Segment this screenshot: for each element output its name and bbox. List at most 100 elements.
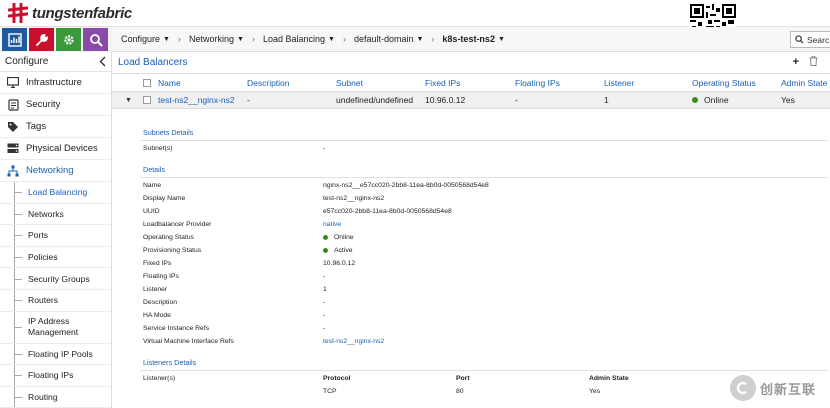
monitor-icon (7, 77, 19, 89)
detail-operating-status: Operating Status Online (143, 234, 354, 241)
row-name-link[interactable]: test-ns2__nginx-ns2 (158, 92, 235, 108)
settings-tab[interactable] (56, 28, 81, 51)
breadcrumb-domain[interactable]: default-domain ▼ (354, 34, 423, 44)
server-icon (7, 143, 19, 155)
network-icon (7, 165, 19, 177)
column-description[interactable]: Description (247, 74, 290, 91)
sidebar-item-label: Tags (26, 121, 47, 132)
listeners-header: Listener(s) Protocol Port Admin State (143, 375, 629, 382)
monitor-tab[interactable] (2, 28, 27, 51)
breadcrumb-networking[interactable]: Networking ▼ (189, 34, 244, 44)
breadcrumb: Configure ▼ › Networking ▼ › Load Balancin… (112, 27, 830, 52)
column-name[interactable]: Name (158, 74, 181, 91)
sidebar-item-networking[interactable]: Networking (0, 160, 111, 182)
query-tab[interactable] (83, 28, 108, 51)
breadcrumb-configure[interactable]: Configure ▼ (121, 34, 170, 44)
search-icon (89, 33, 102, 46)
row-floating-ips: - (515, 95, 518, 105)
chevron-right-icon: › (431, 34, 435, 44)
row-checkbox[interactable] (143, 92, 151, 108)
column-subnet[interactable]: Subnet (336, 74, 363, 91)
watermark-logo-icon (730, 375, 756, 401)
status-online-icon (692, 97, 698, 103)
detail-ha-mode: HA Mode - (143, 312, 326, 319)
row-fixed-ips: 10.96.0.12 (425, 95, 466, 105)
panel-title: Load Balancers (112, 52, 830, 74)
sidebar-item-infrastructure[interactable]: Infrastructure (0, 72, 111, 94)
detail-description: Description - (143, 299, 326, 306)
caret-down-icon: ▼ (237, 35, 244, 43)
caret-down-icon: ▼ (328, 35, 335, 43)
sidebar-subitem-routers[interactable]: Routers (0, 289, 111, 312)
column-floating-ips[interactable]: Floating IPs (515, 74, 560, 91)
sidebar: Configure Infrastructure Security Tags P… (0, 52, 112, 408)
subnets-details-title: Subnets Details (143, 128, 194, 137)
sidebar-item-physical-devices[interactable]: Physical Devices (0, 138, 111, 160)
row-operating-status: Online (692, 92, 729, 108)
sidebar-subitem-routing[interactable]: Routing (0, 386, 111, 408)
delete-icon[interactable] (809, 56, 818, 69)
row-admin-state: Yes (781, 95, 795, 105)
detail-subnets: Subnet(s) - (143, 145, 326, 152)
column-operating-status[interactable]: Operating Status (692, 74, 756, 91)
caret-down-icon: ▼ (497, 35, 505, 43)
row-listener: 1 (604, 95, 609, 105)
status-active-icon (323, 248, 328, 253)
column-fixed-ips[interactable]: Fixed IPs (425, 74, 460, 91)
sidebar-subitem-policies[interactable]: Policies (0, 246, 111, 269)
wrench-icon (35, 33, 48, 46)
sidebar-subitem-networks[interactable]: Networks (0, 203, 111, 226)
breadcrumb-load-balancing[interactable]: Load Balancing ▼ (263, 34, 335, 44)
sidebar-title: Configure (5, 56, 49, 67)
brand-name: tungstenfabric (32, 4, 132, 22)
sidebar-item-label: Security (26, 99, 61, 110)
detail-name: Name nginx-ns2__e57cc020-2bb8-11ea-8b0d-0… (143, 182, 489, 189)
gear-icon (63, 34, 74, 45)
sidebar-subitem-ipam[interactable]: IP Address Management (0, 311, 111, 344)
chevron-right-icon: › (251, 34, 255, 44)
detail-provider: Loadbalancer Provider native (143, 221, 342, 228)
panel-actions: + (793, 56, 818, 69)
expand-row-icon[interactable]: ▼ (125, 92, 132, 108)
add-icon[interactable]: + (793, 56, 799, 69)
sidebar-subitem-load-balancing[interactable]: Load Balancing (0, 182, 111, 204)
grid-header: Name Description Subnet Fixed IPs Floati… (112, 74, 830, 91)
brand-bar: tungstenfabric (0, 0, 830, 50)
sidebar-item-security[interactable]: Security (0, 94, 111, 116)
column-listener[interactable]: Listener (604, 74, 634, 91)
column-admin-state[interactable]: Admin State (781, 74, 827, 91)
collapse-sidebar-icon[interactable] (96, 55, 108, 69)
status-online-icon (323, 235, 328, 240)
detail-vmi-refs: Virtual Machine Interface Refs test-ns2__… (143, 338, 385, 345)
configure-tab[interactable] (29, 28, 54, 51)
detail-service-instance-refs: Service Instance Refs - (143, 325, 326, 332)
sidebar-subitem-ports[interactable]: Ports (0, 225, 111, 247)
breadcrumb-project[interactable]: k8s-test-ns2 ▼ (442, 34, 504, 44)
brand-logo[interactable]: tungstenfabric (7, 2, 132, 24)
caret-down-icon: ▼ (163, 35, 170, 43)
detail-provisioning-status: Provisioning Status Active (143, 247, 353, 254)
table-row[interactable]: ▼ test-ns2__nginx-ns2 - undefined/undefi… (112, 91, 830, 109)
row-description: - (247, 95, 250, 105)
search-input[interactable]: Searc (790, 31, 830, 48)
search-icon (795, 35, 804, 44)
detail-listener: Listener 1 (143, 286, 327, 293)
sidebar-item-tags[interactable]: Tags (0, 116, 111, 138)
chevron-right-icon: › (177, 34, 181, 44)
security-icon (7, 98, 19, 111)
details-title: Details (143, 165, 165, 174)
sidebar-subitem-floating-ip-pools[interactable]: Floating IP Pools (0, 343, 111, 366)
caret-down-icon: ▼ (416, 35, 424, 43)
sidebar-header: Configure (0, 52, 111, 72)
chevron-right-icon: › (342, 34, 346, 44)
sidebar-subitem-floating-ips[interactable]: Floating IPs (0, 365, 111, 387)
tag-icon (7, 121, 19, 133)
sidebar-item-label: Infrastructure (26, 77, 82, 88)
select-all-checkbox[interactable] (143, 74, 151, 91)
sidebar-item-label: Networking (26, 165, 74, 176)
detail-display-name: Display Name test-ns2__nginx-ns2 (143, 195, 385, 202)
sidebar-subitem-security-groups[interactable]: Security Groups (0, 268, 111, 290)
chart-icon (7, 32, 22, 47)
detail-fixed-ips: Fixed IPs 10.96.0.12 (143, 260, 356, 267)
sidebar-item-label: Physical Devices (26, 143, 98, 154)
